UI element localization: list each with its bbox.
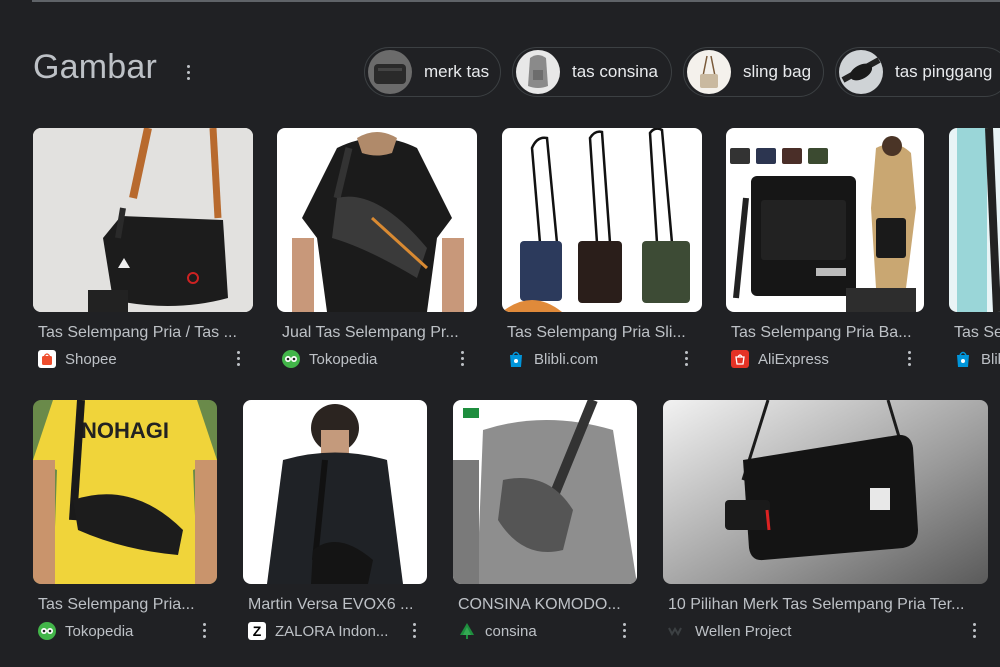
chip-label: merk tas: [424, 62, 490, 81]
result-more-icon[interactable]: [409, 620, 419, 640]
result-thumbnail[interactable]: [726, 128, 924, 312]
small-sling-thumb-icon: [687, 50, 731, 94]
image-result-card[interactable]: NOHAGI Tas Selempang Pria... Tokopedia: [33, 400, 217, 645]
result-more-icon[interactable]: [681, 348, 691, 368]
zalora-icon: Z: [248, 622, 266, 640]
chip-tas-pinggang[interactable]: tas pinggang: [835, 47, 1000, 97]
image-result-card[interactable]: Tas Se Blib: [949, 128, 1000, 368]
chip-tas-consina[interactable]: tas consina: [512, 47, 672, 97]
tokopedia-icon: [38, 622, 56, 640]
image-result-card[interactable]: 10 Pilihan Merk Tas Selempang Pria Ter..…: [663, 400, 988, 645]
top-divider: [32, 0, 1000, 2]
image-result-card[interactable]: Tas Selempang Pria / Tas ... Shopee: [33, 128, 253, 368]
chip-merk-tas[interactable]: merk tas: [364, 47, 501, 97]
result-source[interactable]: AliExpress: [731, 350, 829, 368]
source-name: ZALORA Indon...: [275, 622, 389, 640]
result-thumbnail[interactable]: [243, 400, 427, 584]
image-result-card[interactable]: CONSINA KOMODO... consina: [453, 400, 637, 645]
result-more-icon[interactable]: [619, 620, 629, 640]
result-title[interactable]: Jual Tas Selempang Pr...: [282, 324, 474, 342]
result-title[interactable]: Tas Selempang Pria Ba...: [731, 324, 921, 342]
source-name: Tokopedia: [309, 350, 378, 368]
blibli-icon: [507, 350, 525, 368]
result-title[interactable]: Martin Versa EVOX6 ...: [248, 596, 424, 614]
result-source[interactable]: Blib: [954, 350, 1000, 368]
section-title: Gambar: [33, 48, 158, 86]
grey-backpack-thumb-icon: [516, 50, 560, 94]
section-more-icon[interactable]: [179, 60, 197, 84]
consina-icon: [458, 622, 476, 640]
black-bag-thumb-icon: [368, 50, 412, 94]
blibli-icon: [954, 350, 972, 368]
image-result-card[interactable]: Tas Selempang Pria Ba... AliExpress: [726, 128, 924, 368]
result-thumbnail[interactable]: [949, 128, 1000, 312]
result-more-icon[interactable]: [969, 620, 979, 640]
image-result-card[interactable]: Martin Versa EVOX6 ... Z ZALORA Indon...: [243, 400, 427, 645]
image-result-card[interactable]: Jual Tas Selempang Pr... Tokopedia: [277, 128, 477, 368]
chip-label: tas consina: [572, 62, 658, 81]
waist-bag-thumb-icon: [839, 50, 883, 94]
source-name: Shopee: [65, 350, 117, 368]
result-title[interactable]: Tas Se: [954, 324, 1000, 342]
chip-label: sling bag: [743, 62, 812, 81]
source-name: Wellen Project: [695, 622, 792, 640]
source-name: consina: [485, 622, 537, 640]
result-thumbnail[interactable]: [453, 400, 637, 584]
image-result-card[interactable]: Tas Selempang Pria Sli... Blibli.com: [502, 128, 702, 368]
result-more-icon[interactable]: [233, 348, 243, 368]
result-source[interactable]: Shopee: [38, 350, 117, 368]
result-source[interactable]: consina: [458, 622, 537, 640]
result-thumbnail[interactable]: [502, 128, 702, 312]
aliexpress-icon: [731, 350, 749, 368]
wellen-icon: [668, 622, 686, 640]
result-source[interactable]: Tokopedia: [38, 622, 133, 640]
chip-label: tas pinggang: [895, 62, 993, 81]
result-thumbnail[interactable]: NOHAGI: [33, 400, 217, 584]
source-name: Blib: [981, 350, 1000, 368]
result-title[interactable]: Tas Selempang Pria Sli...: [507, 324, 699, 342]
result-source[interactable]: Wellen Project: [668, 622, 791, 640]
result-title[interactable]: 10 Pilihan Merk Tas Selempang Pria Ter..…: [668, 596, 985, 614]
shopee-icon: [38, 350, 56, 368]
result-title[interactable]: Tas Selempang Pria / Tas ...: [38, 324, 250, 342]
result-thumbnail[interactable]: [663, 400, 988, 584]
result-title[interactable]: Tas Selempang Pria...: [38, 596, 214, 614]
result-thumbnail[interactable]: [33, 128, 253, 312]
result-more-icon[interactable]: [457, 348, 467, 368]
source-name: Tokopedia: [65, 622, 134, 640]
result-thumbnail[interactable]: [277, 128, 477, 312]
tokopedia-icon: [282, 350, 300, 368]
source-name: Blibli.com: [534, 350, 599, 368]
result-source[interactable]: Blibli.com: [507, 350, 598, 368]
shirt-print-text: NOHAGI: [81, 418, 169, 443]
result-source[interactable]: Z ZALORA Indon...: [248, 622, 388, 640]
result-more-icon[interactable]: [199, 620, 209, 640]
result-more-icon[interactable]: [904, 348, 914, 368]
result-source[interactable]: Tokopedia: [282, 350, 377, 368]
result-title[interactable]: CONSINA KOMODO...: [458, 596, 634, 614]
chip-sling-bag[interactable]: sling bag: [683, 47, 824, 97]
source-name: AliExpress: [758, 350, 829, 368]
